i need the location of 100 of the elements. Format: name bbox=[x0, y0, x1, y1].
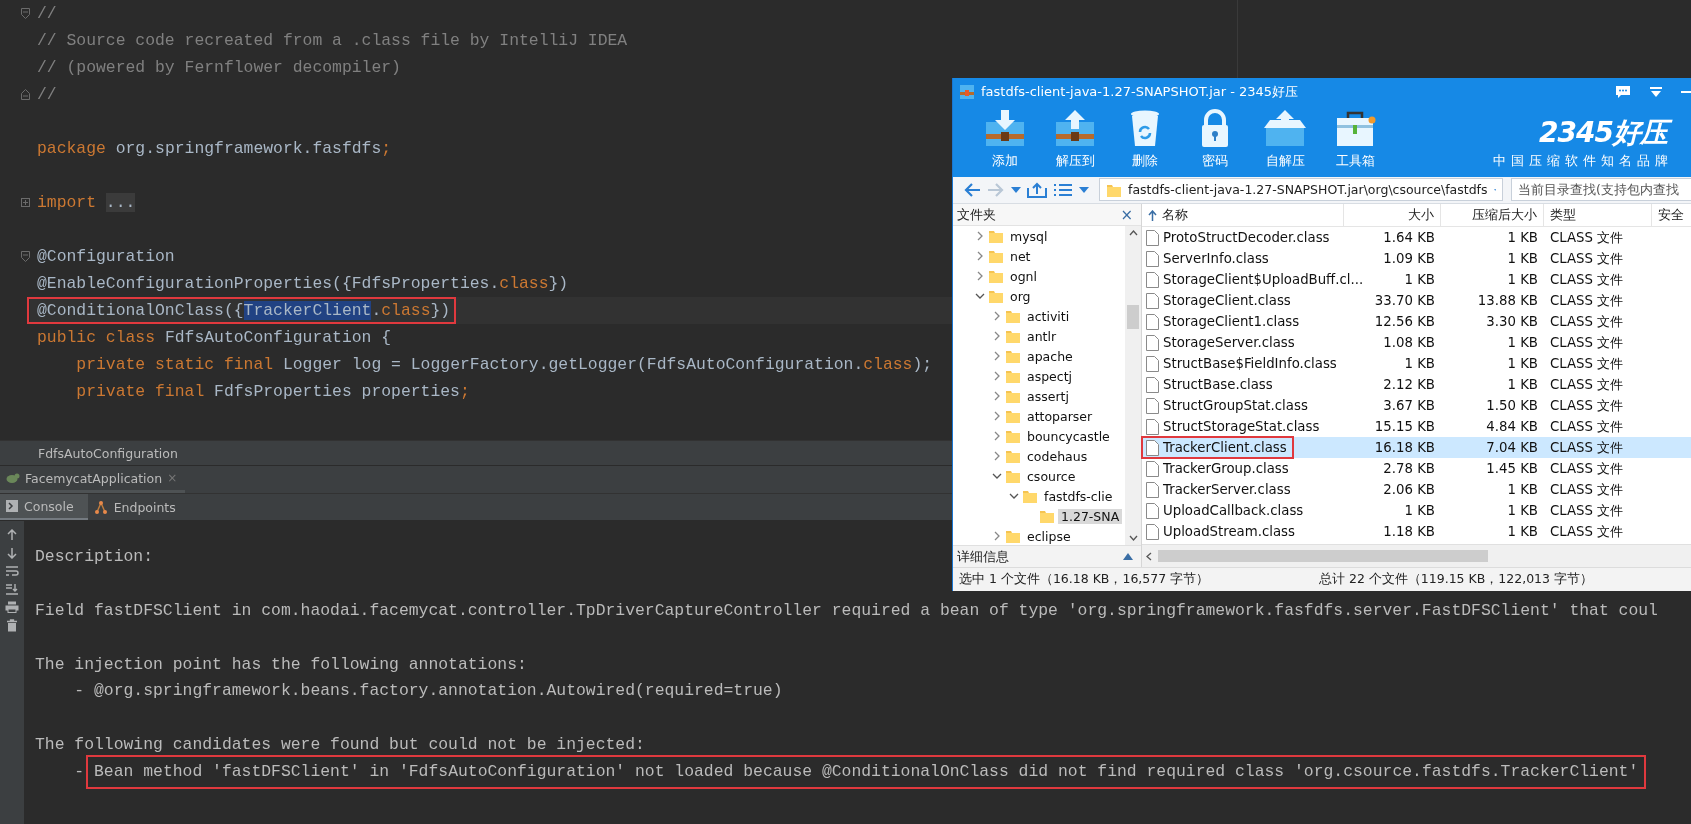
back-arrow-icon[interactable] bbox=[963, 182, 981, 198]
file-icon bbox=[1146, 439, 1159, 456]
fold-icon[interactable] bbox=[21, 89, 30, 100]
file-row[interactable]: StorageClient1.class 12.56 KB 3.30 KB CLASS 文件 bbox=[1142, 311, 1691, 333]
column-header[interactable]: 类型 bbox=[1544, 204, 1652, 227]
up-caret-icon[interactable] bbox=[1128, 230, 1138, 237]
file-size: 1.18 KB bbox=[1382, 523, 1436, 542]
folder-tree-item[interactable]: assertj bbox=[1024, 388, 1072, 404]
up-arrow-icon[interactable] bbox=[6, 529, 18, 541]
column-header[interactable]: 安全 bbox=[1652, 204, 1691, 227]
file-row[interactable]: StorageClient.class 33.70 KB 13.88 KB CLASS 文件 bbox=[1142, 290, 1691, 312]
toolbar-button[interactable]: 删除 bbox=[1111, 105, 1179, 174]
chevron-right-icon[interactable] bbox=[992, 351, 1002, 362]
chevron-right-icon[interactable] bbox=[975, 271, 985, 282]
chevron-right-icon[interactable] bbox=[992, 371, 1002, 382]
column-header[interactable]: 名称 bbox=[1142, 204, 1344, 227]
folder-tree-item[interactable]: apache bbox=[1024, 348, 1076, 364]
wrap-icon[interactable] bbox=[5, 565, 19, 577]
file-row[interactable]: UploadCallback.class 1 KB 1 KB CLASS 文件 bbox=[1142, 500, 1691, 522]
up-caret-icon[interactable] bbox=[1123, 553, 1133, 561]
toolbar-button[interactable]: 解压到 bbox=[1041, 105, 1109, 174]
caret-icon[interactable] bbox=[1079, 187, 1089, 193]
file-row[interactable]: StructBase.class 2.12 KB 1 KB CLASS 文件 bbox=[1142, 374, 1691, 396]
file-row[interactable]: TrackerClient.class 16.18 KB 7.04 KB CLASS 文件 bbox=[1142, 437, 1691, 459]
file-size: 1.09 KB bbox=[1382, 250, 1436, 269]
folder-tree-item[interactable]: eclipse bbox=[1024, 528, 1074, 544]
console-tab[interactable]: Console bbox=[0, 494, 88, 520]
list-view-icon[interactable] bbox=[1053, 183, 1073, 197]
file-row[interactable]: StructBase$FieldInfo.class 1 KB 1 KB CLASS 文件 bbox=[1142, 353, 1691, 375]
folder-tree-item[interactable]: mysql bbox=[1007, 228, 1051, 244]
column-header[interactable]: 大小 bbox=[1344, 204, 1441, 227]
file-type: CLASS 文件 bbox=[1549, 501, 1625, 520]
folder-tree-item[interactable]: antlr bbox=[1024, 328, 1060, 344]
toolbar-button[interactable]: 密码 bbox=[1181, 105, 1249, 174]
file-row[interactable]: TrackerServer.class 2.06 KB 1 KB CLASS 文件 bbox=[1142, 479, 1691, 501]
search-field[interactable]: 当前目录查找(支持包内查找 bbox=[1511, 178, 1691, 202]
file-row[interactable]: StorageClient$UploadBuff.cl... 1 KB 1 KB CLASS 文件 bbox=[1142, 269, 1691, 291]
up-folder-icon[interactable] bbox=[1027, 182, 1047, 198]
chevron-right-icon[interactable] bbox=[992, 431, 1002, 442]
file-row[interactable]: ProtoStructDecoder.class 1.64 KB 1 KB CLASS 文件 bbox=[1142, 227, 1691, 249]
dropdown-menu-icon[interactable] bbox=[1649, 85, 1663, 98]
folder-tree-item[interactable]: 1.27-SNA bbox=[1058, 508, 1123, 524]
chat-bubble-icon[interactable] bbox=[1615, 84, 1631, 99]
folder-tree-item[interactable]: bouncycastle bbox=[1024, 428, 1113, 444]
folder-tree-item[interactable]: fastdfs-clie bbox=[1041, 488, 1116, 504]
brand-slogan: 中国压缩软件知名品牌 bbox=[1493, 151, 1673, 170]
expand-icon[interactable] bbox=[21, 198, 30, 207]
folder-icon bbox=[1005, 528, 1021, 545]
left-caret-icon[interactable] bbox=[1146, 551, 1152, 561]
print-icon[interactable] bbox=[5, 601, 19, 613]
scroll-thumb[interactable] bbox=[1158, 550, 1488, 563]
file-size: 15.15 KB bbox=[1373, 418, 1436, 437]
column-header[interactable]: 压缩后大小 bbox=[1441, 204, 1544, 227]
chevron-right-icon[interactable] bbox=[992, 311, 1002, 322]
scrollbar[interactable] bbox=[1142, 544, 1691, 568]
file-row[interactable]: UploadStream.class 1.18 KB 1 KB CLASS 文件 bbox=[1142, 521, 1691, 543]
file-row[interactable]: StorageServer.class 1.08 KB 1 KB CLASS 文件 bbox=[1142, 332, 1691, 354]
address-field[interactable]: fastdfs-client-java-1.27-SNAPSHOT.jar\org\csource\fastdfs bbox=[1099, 178, 1503, 202]
file-row[interactable]: ServerInfo.class 1.09 KB 1 KB CLASS 文件 bbox=[1142, 248, 1691, 270]
chevron-right-icon[interactable] bbox=[975, 251, 985, 262]
chevron-right-icon[interactable] bbox=[992, 451, 1002, 462]
file-size: 1 KB bbox=[1403, 355, 1436, 374]
folder-tree-item[interactable]: attoparser bbox=[1024, 408, 1096, 424]
trash-icon[interactable] bbox=[6, 619, 18, 632]
toolbar-button[interactable]: 自解压 bbox=[1251, 105, 1319, 174]
file-icon bbox=[1146, 397, 1159, 414]
folder-icon bbox=[1106, 182, 1122, 198]
down-arrow-icon[interactable] bbox=[6, 547, 18, 559]
file-type: CLASS 文件 bbox=[1549, 396, 1625, 415]
scroll-end-icon[interactable] bbox=[5, 583, 19, 595]
file-type: CLASS 文件 bbox=[1549, 417, 1625, 436]
scrollbar[interactable] bbox=[1125, 226, 1141, 546]
folder-tree-item[interactable]: codehaus bbox=[1024, 448, 1091, 464]
chevron-right-icon[interactable] bbox=[992, 331, 1002, 342]
chevron-right-icon[interactable] bbox=[992, 391, 1002, 402]
folder-tree-item[interactable]: net bbox=[1007, 248, 1034, 264]
toolbar-button[interactable]: 添加 bbox=[971, 105, 1039, 174]
toolbar-button[interactable]: 工具箱 bbox=[1321, 105, 1389, 174]
chevron-right-icon[interactable] bbox=[975, 231, 985, 242]
folder-tree-item[interactable]: org bbox=[1007, 288, 1034, 304]
chevron-right-icon[interactable] bbox=[992, 411, 1002, 422]
breadcrumb[interactable]: FdfsAutoConfiguration bbox=[0, 445, 178, 461]
chevron-right-icon[interactable] bbox=[992, 531, 1002, 542]
close-button[interactable]: × bbox=[1120, 205, 1133, 224]
scroll-thumb[interactable] bbox=[1127, 305, 1139, 330]
file-row[interactable]: TrackerGroup.class 2.78 KB 1.45 KB CLASS 文件 bbox=[1142, 458, 1691, 480]
file-row[interactable]: StructGroupStat.class 3.67 KB 1.50 KB CLASS 文件 bbox=[1142, 395, 1691, 417]
console-tab[interactable]: Endpoints bbox=[87, 494, 190, 520]
file-name: ServerInfo.class bbox=[1163, 251, 1269, 267]
fold-icon[interactable] bbox=[21, 8, 30, 19]
down-caret-icon[interactable] bbox=[1128, 535, 1138, 542]
file-row[interactable]: StructStorageStat.class 15.15 KB 4.84 KB CLASS 文件 bbox=[1142, 416, 1691, 438]
folder-tree-item[interactable]: ognl bbox=[1007, 268, 1040, 284]
caret-icon[interactable] bbox=[1011, 187, 1021, 193]
folder-tree-item[interactable]: csource bbox=[1024, 468, 1079, 484]
folder-icon bbox=[1022, 488, 1038, 505]
folder-tree-item[interactable]: aspectj bbox=[1024, 368, 1076, 384]
folder-tree-item[interactable]: activiti bbox=[1024, 308, 1073, 324]
code-line: @EnableConfigurationProperties({FdfsProperties.class}) bbox=[37, 273, 569, 294]
fold-icon[interactable] bbox=[21, 251, 30, 262]
